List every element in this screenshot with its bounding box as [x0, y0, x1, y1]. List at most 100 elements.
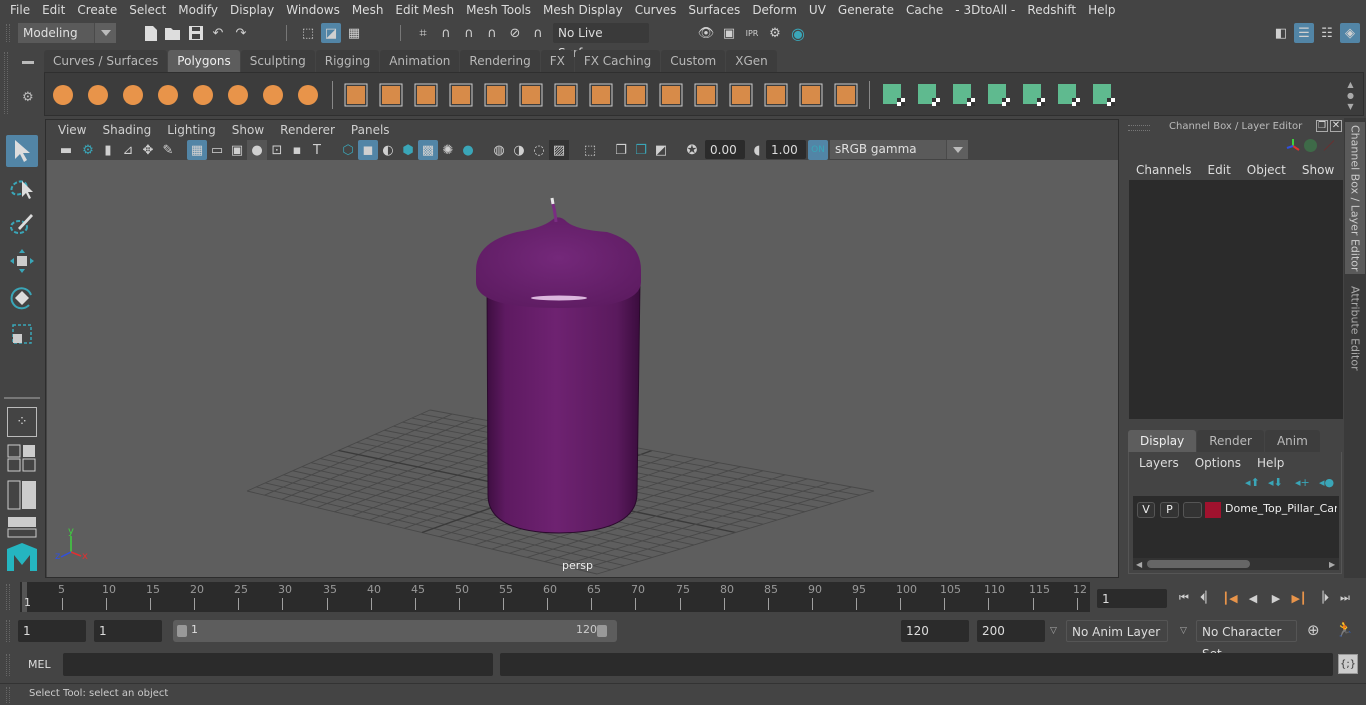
- new-layer-selected-icon[interactable]: ◂●: [1319, 476, 1334, 489]
- menu-windows[interactable]: Windows: [280, 0, 346, 20]
- snap-grid-icon[interactable]: ⌗: [413, 23, 433, 43]
- new-layer-icon[interactable]: ◂+: [1295, 476, 1310, 489]
- save-scene-icon[interactable]: [186, 23, 206, 43]
- layer-tab-display[interactable]: Display: [1128, 430, 1197, 452]
- play-backwards-icon[interactable]: ◀: [1244, 590, 1262, 606]
- redo-icon[interactable]: ↷: [231, 23, 251, 43]
- shelf-tab-rendering[interactable]: Rendering: [460, 50, 540, 72]
- poly-cube-icon[interactable]: [83, 80, 113, 110]
- playback-start-field[interactable]: 1: [94, 620, 162, 642]
- shelf-tab-fx-caching[interactable]: FX Caching: [574, 50, 661, 72]
- shadows-icon[interactable]: ●: [458, 140, 478, 160]
- shelf-tab-animation[interactable]: Animation: [380, 50, 460, 72]
- scroll-left-icon[interactable]: ◀: [1136, 560, 1142, 569]
- xray-icon[interactable]: ❐: [611, 140, 631, 160]
- range-end-handle[interactable]: [597, 625, 607, 637]
- select-by-hierarchy-icon[interactable]: ⬚: [298, 23, 318, 43]
- current-frame-field[interactable]: 1: [1097, 589, 1167, 608]
- render-current-frame-icon[interactable]: ▣: [719, 23, 739, 43]
- menu-select[interactable]: Select: [123, 0, 172, 20]
- viewport-menu-show[interactable]: Show: [224, 123, 272, 137]
- render-view-icon[interactable]: 👁: [696, 23, 716, 43]
- tool-settings-toggle-icon[interactable]: ☷: [1317, 23, 1337, 43]
- wireframe-icon[interactable]: ⬡: [338, 140, 358, 160]
- 2d-pan-zoom-icon[interactable]: ✥: [138, 140, 158, 160]
- select-by-object-icon[interactable]: ◪: [321, 23, 341, 43]
- undo-icon[interactable]: ↶: [208, 23, 228, 43]
- menu-curves[interactable]: Curves: [629, 0, 683, 20]
- menu-edit[interactable]: Edit: [36, 0, 71, 20]
- time-slider[interactable]: 1 5 10 15 20 25 30 35 40 45 50 55 60 65 70 75 80 85 90 95 1…: [20, 582, 1090, 612]
- menu-help[interactable]: Help: [1082, 0, 1121, 20]
- go-to-end-icon[interactable]: ⏭: [1336, 590, 1354, 606]
- panel-grip[interactable]: [1128, 125, 1150, 131]
- playback-end-field[interactable]: 120: [901, 620, 969, 642]
- gamma-icon[interactable]: ◖: [747, 140, 767, 160]
- gate-mask-icon[interactable]: ●: [247, 140, 267, 160]
- make-live-icon[interactable]: ∩: [528, 23, 548, 43]
- xray-active-icon[interactable]: ◩: [651, 140, 671, 160]
- insert-edge-loop-icon[interactable]: [691, 80, 721, 110]
- layer-playback-toggle[interactable]: P: [1160, 502, 1179, 518]
- channel-box-menu-edit[interactable]: Edit: [1200, 160, 1239, 180]
- menu-deform[interactable]: Deform: [746, 0, 803, 20]
- automatic-uv-icon[interactable]: [984, 80, 1014, 110]
- wireframe-on-shaded-icon[interactable]: ⬢: [398, 140, 418, 160]
- anim-layer-dropdown[interactable]: No Anim Layer: [1066, 620, 1168, 642]
- screen-space-ao-icon[interactable]: ◍: [489, 140, 509, 160]
- anim-layer-chevron-icon[interactable]: ▽: [1050, 626, 1057, 636]
- 3d-viewport[interactable]: y x z persp: [47, 160, 1118, 577]
- shelf-tab-curves-surfaces[interactable]: Curves / Surfaces: [44, 50, 168, 72]
- shelf-scroll-arrows[interactable]: ▲ ● ▼: [1347, 79, 1354, 112]
- snap-live-icon[interactable]: ⊘: [505, 23, 525, 43]
- menu-modify[interactable]: Modify: [172, 0, 224, 20]
- close-panel-icon[interactable]: ✕: [1330, 120, 1342, 132]
- menu-mesh-display[interactable]: Mesh Display: [537, 0, 629, 20]
- ipr-render-icon[interactable]: IPR: [742, 23, 762, 43]
- gamma-field[interactable]: 1.00: [766, 140, 806, 159]
- target-weld-icon[interactable]: [726, 80, 756, 110]
- animation-preferences-icon[interactable]: 🏃: [1335, 620, 1354, 638]
- poly-cylinder-icon[interactable]: [118, 80, 148, 110]
- anti-aliasing-icon[interactable]: ◌: [529, 140, 549, 160]
- menu-edit-mesh[interactable]: Edit Mesh: [389, 0, 460, 20]
- live-surface-field[interactable]: No Live Surface: [553, 23, 649, 60]
- poly-sphere-icon[interactable]: [48, 80, 78, 110]
- menu-mesh[interactable]: Mesh: [346, 0, 390, 20]
- menu-generate[interactable]: Generate: [832, 0, 900, 20]
- menu-uv[interactable]: UV: [803, 0, 832, 20]
- channel-box-list[interactable]: [1129, 180, 1343, 419]
- go-to-start-icon[interactable]: ⏮: [1175, 590, 1193, 606]
- new-scene-icon[interactable]: [141, 23, 161, 43]
- character-set-chevron-icon[interactable]: ▽: [1180, 626, 1187, 636]
- layer-display-type-toggle[interactable]: [1183, 502, 1202, 518]
- scale-tool-icon[interactable]: [6, 318, 38, 350]
- smooth-icon[interactable]: [446, 80, 476, 110]
- menu-surfaces[interactable]: Surfaces: [682, 0, 746, 20]
- step-forward-frame-icon[interactable]: ▕⏵: [1313, 590, 1331, 606]
- key-selected-icon[interactable]: [1323, 140, 1335, 151]
- side-tab-channel-box[interactable]: Channel Box / Layer Editor: [1345, 122, 1365, 274]
- float-panel-icon[interactable]: ❐: [1316, 120, 1328, 132]
- shelf-tab-rigging[interactable]: Rigging: [315, 50, 380, 72]
- separate-icon[interactable]: [376, 80, 406, 110]
- status-line-grip[interactable]: [6, 24, 10, 42]
- planar-uv-icon[interactable]: [879, 80, 909, 110]
- snap-view-plane-icon[interactable]: ∩: [482, 23, 502, 43]
- append-icon[interactable]: [656, 80, 686, 110]
- modeling-toolkit-icon[interactable]: ◧: [1271, 23, 1291, 43]
- step-forward-key-icon[interactable]: ▶┃: [1290, 590, 1308, 606]
- color-management-toggle-icon[interactable]: ON: [808, 140, 828, 160]
- extract-icon[interactable]: [481, 80, 511, 110]
- rotate-tool-icon[interactable]: [6, 282, 38, 314]
- poly-pyramid-icon[interactable]: [258, 80, 288, 110]
- viewport-menu-shading[interactable]: Shading: [94, 123, 159, 137]
- layer-name[interactable]: Dome_Top_Pillar_Canc: [1225, 502, 1337, 515]
- animation-end-field[interactable]: 200: [977, 620, 1045, 642]
- shelf-settings-gear-icon[interactable]: ⚙: [22, 90, 34, 105]
- range-start-handle[interactable]: [177, 625, 187, 637]
- select-camera-icon[interactable]: ▬: [56, 140, 76, 160]
- menu-cache[interactable]: Cache: [900, 0, 949, 20]
- channel-box-menu-object[interactable]: Object: [1239, 160, 1294, 180]
- snap-point-icon[interactable]: ∩: [459, 23, 479, 43]
